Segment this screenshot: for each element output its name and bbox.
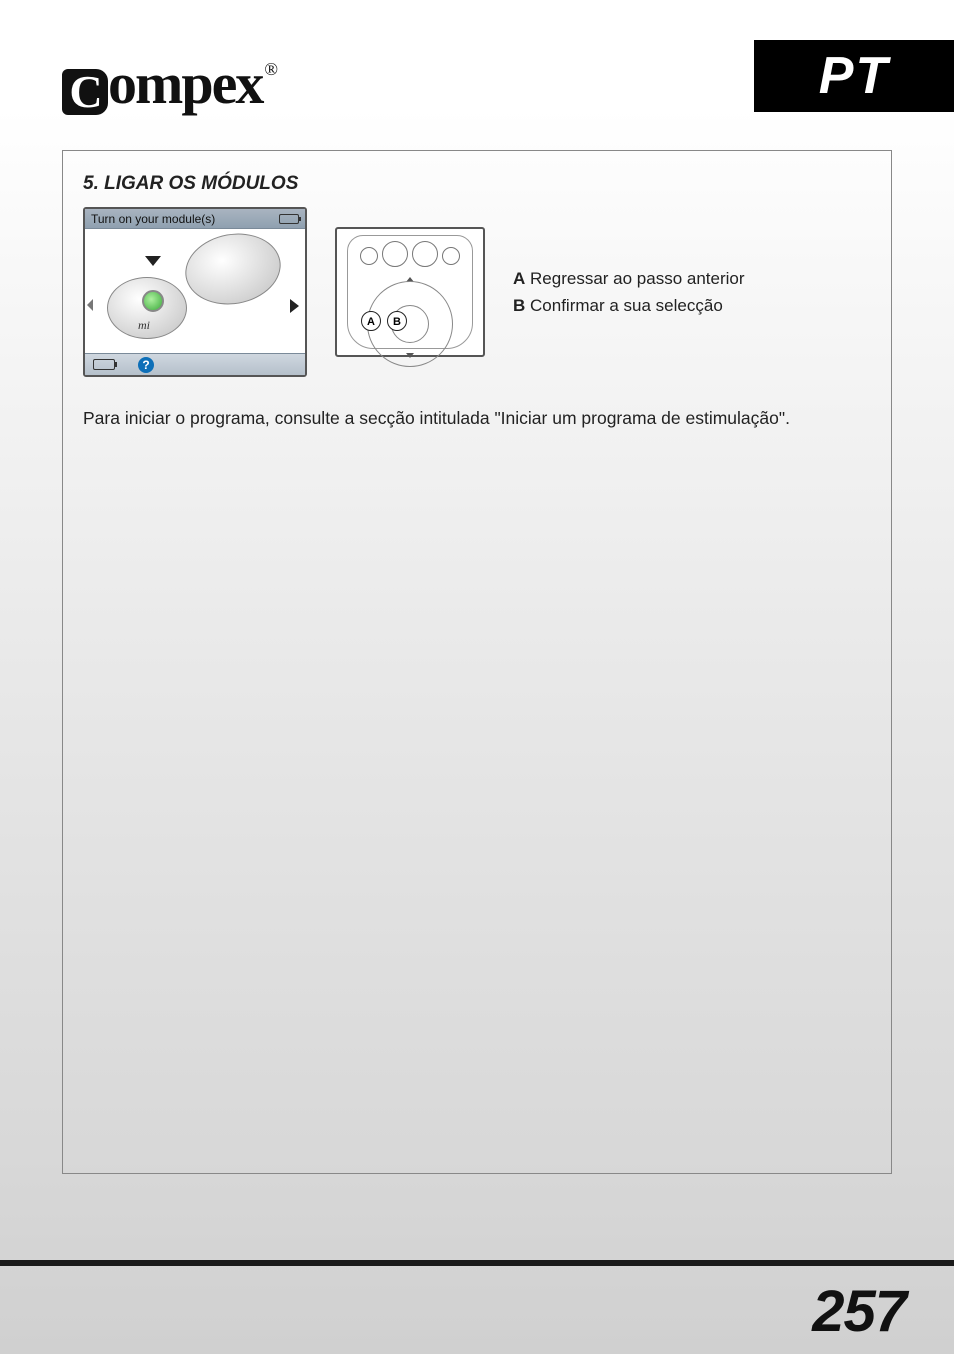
remote-label-a: A <box>361 311 381 331</box>
registered-mark: ® <box>264 59 276 79</box>
remote-large-button-icon <box>382 241 408 267</box>
legend-key-a: A <box>513 269 525 288</box>
battery-icon <box>93 359 115 370</box>
remote-figure: A B <box>335 227 485 357</box>
legend-key-b: B <box>513 296 525 315</box>
section-heading: 5. LIGAR OS MÓDULOS <box>83 173 871 195</box>
wheel-down-arrow-icon <box>406 353 414 358</box>
footer-stripe <box>0 1260 954 1266</box>
language-tab: PT <box>754 40 954 112</box>
module-pod-large-icon <box>180 226 287 312</box>
remote-small-button-icon <box>360 247 378 265</box>
legend-row-a: A Regressar ao passo anterior <box>513 265 745 292</box>
device-footer: ? <box>85 353 305 375</box>
device-screen-figure: Turn on your module(s) mi ? <box>83 207 307 377</box>
down-arrow-icon <box>145 256 161 266</box>
page-footer: 257 <box>0 1222 954 1354</box>
section-title: LIGAR OS MÓDULOS <box>104 173 298 194</box>
right-arrow-icon <box>290 299 299 313</box>
page-number: 257 <box>812 1278 906 1345</box>
content-box: 5. LIGAR OS MÓDULOS Turn on your module(… <box>62 150 892 1174</box>
remote-large-button-icon <box>412 241 438 267</box>
legend-text-b: Confirmar a sua selecção <box>530 296 723 315</box>
legend-text-a: Regressar ao passo anterior <box>530 269 745 288</box>
remote-top-buttons <box>337 241 483 267</box>
module-mi-label: mi <box>138 318 150 333</box>
device-screen-body: mi <box>85 229 305 355</box>
device-title-text: Turn on your module(s) <box>91 212 215 226</box>
help-icon: ? <box>138 357 154 373</box>
logo-bullet-icon: C <box>62 69 108 115</box>
brand-logo: Compex® <box>62 50 276 117</box>
left-arrow-icon <box>87 299 93 311</box>
remote-small-button-icon <box>442 247 460 265</box>
module-pod-small-icon: mi <box>107 277 187 339</box>
section-number: 5. <box>83 173 99 194</box>
battery-icon <box>279 214 299 224</box>
legend-row-b: B Confirmar a sua selecção <box>513 292 745 319</box>
brand-name-rest: ompex <box>108 51 262 116</box>
page-header: Compex® PT <box>0 40 954 120</box>
body-paragraph: Para iniciar o programa, consulte a secç… <box>83 405 871 431</box>
figure-row: Turn on your module(s) mi ? <box>83 207 871 377</box>
button-legend: A Regressar ao passo anterior B Confirma… <box>513 265 745 319</box>
device-titlebar: Turn on your module(s) <box>85 209 305 229</box>
remote-label-b: B <box>387 311 407 331</box>
